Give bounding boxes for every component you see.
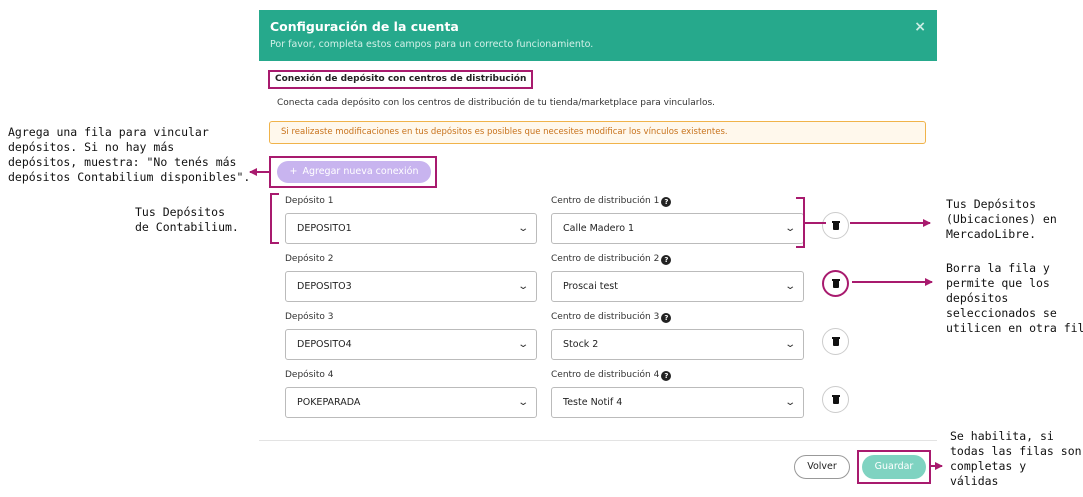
deposit-label-2: Depósito 2 xyxy=(285,254,334,264)
annotation-ml-deposits: Tus Depósitos (Ubicaciones) en MercadoLi… xyxy=(946,197,1057,242)
ml-deposits-bracket xyxy=(796,197,805,248)
center-label-text-3: Centro de distribución 3 xyxy=(551,312,660,322)
close-icon[interactable]: × xyxy=(914,19,926,35)
deposit-select-value-3: DEPOSITO4 xyxy=(297,339,352,350)
chevron-down-icon: ⌄ xyxy=(783,397,796,408)
deposit-label-3: Depósito 3 xyxy=(285,312,334,322)
annotation-line: depósitos Contabilium disponibles". xyxy=(8,170,251,184)
annotation-line: utilicen en otra fila. xyxy=(946,321,1083,335)
trash-icon xyxy=(832,279,840,288)
annotation-line: seleccionados se xyxy=(946,306,1057,320)
annotation-line: MercadoLibre. xyxy=(946,227,1037,241)
center-select-2[interactable]: Proscai test ⌄ xyxy=(551,271,804,302)
deposit-select-value-1: DEPOSITO1 xyxy=(297,223,352,234)
chevron-down-icon: ⌄ xyxy=(783,281,796,292)
annotation-line: depósitos xyxy=(946,291,1009,305)
section-description: Conecta cada depósito con los centros de… xyxy=(277,98,716,108)
deposit-select-1[interactable]: DEPOSITO1 ⌄ xyxy=(285,213,537,244)
chevron-down-icon: ⌄ xyxy=(516,223,529,234)
delete-row-button-2[interactable] xyxy=(822,270,849,297)
center-label-4: Centro de distribución 4? xyxy=(551,370,672,381)
help-icon[interactable]: ? xyxy=(661,313,672,323)
modal-header: Configuración de la cuenta Por favor, co… xyxy=(259,10,937,61)
deposit-select-4[interactable]: POKEPARADA ⌄ xyxy=(285,387,537,418)
deposit-select-3[interactable]: DEPOSITO4 ⌄ xyxy=(285,329,537,360)
annotation-line: Tus Depósitos xyxy=(946,197,1037,211)
center-select-1[interactable]: Calle Madero 1 ⌄ xyxy=(551,213,804,244)
center-select-3[interactable]: Stock 2 ⌄ xyxy=(551,329,804,360)
chevron-down-icon: ⌄ xyxy=(516,281,529,292)
center-label-text-1: Centro de distribución 1 xyxy=(551,196,660,206)
annotation-line: depósitos, muestra: "No tenés más xyxy=(8,155,237,169)
center-label-text-4: Centro de distribución 4 xyxy=(551,370,660,380)
center-select-value-2: Proscai test xyxy=(563,281,618,292)
center-select-value-3: Stock 2 xyxy=(563,339,599,350)
save-button-highlight: Guardar xyxy=(857,450,931,484)
help-icon[interactable]: ? xyxy=(661,371,672,381)
plus-icon: + xyxy=(289,166,298,177)
annotation-line: depósitos. Si no hay más xyxy=(8,140,175,154)
chevron-down-icon: ⌄ xyxy=(783,223,796,234)
delete-row-button-3[interactable] xyxy=(822,328,849,355)
annotation-line: permite que los xyxy=(946,276,1050,290)
center-select-value-1: Calle Madero 1 xyxy=(563,223,635,234)
deposits-bracket xyxy=(270,193,279,244)
deposit-label-1: Depósito 1 xyxy=(285,196,334,206)
chevron-down-icon: ⌄ xyxy=(783,339,796,350)
annotation-delete-row: Borra la fila y permite que los depósito… xyxy=(946,261,1083,336)
center-select-value-4: Teste Notif 4 xyxy=(563,397,623,408)
delete-row-button-4[interactable] xyxy=(822,386,849,413)
annotation-line: Se habilita, si xyxy=(950,429,1054,443)
center-label-text-2: Centro de distribución 2 xyxy=(551,254,660,264)
annotation-line: Agrega una fila para vincular xyxy=(8,125,209,139)
annotation-add-row: Agrega una fila para vincular depósitos.… xyxy=(8,125,250,185)
account-config-modal: Configuración de la cuenta Por favor, co… xyxy=(259,10,937,497)
add-button-highlight: + Agregar nueva conexión xyxy=(269,156,437,188)
annotation-line: todas las filas son xyxy=(950,444,1082,458)
deposit-select-2[interactable]: DEPOSITO3 ⌄ xyxy=(285,271,537,302)
chevron-down-icon: ⌄ xyxy=(516,339,529,350)
help-icon[interactable]: ? xyxy=(661,197,672,207)
annotation-line: Tus Depósitos xyxy=(135,205,226,219)
deposit-select-value-2: DEPOSITO3 xyxy=(297,281,352,292)
trash-icon xyxy=(832,337,840,346)
center-label-2: Centro de distribución 2? xyxy=(551,254,672,265)
trash-icon xyxy=(832,221,840,230)
annotation-line: Borra la fila y xyxy=(946,261,1050,275)
center-label-3: Centro de distribución 3? xyxy=(551,312,672,323)
add-connection-button[interactable]: + Agregar nueva conexión xyxy=(277,161,431,183)
add-connection-label: Agregar nueva conexión xyxy=(302,166,419,177)
back-button[interactable]: Volver xyxy=(794,455,850,479)
deposit-label-4: Depósito 4 xyxy=(285,370,334,380)
deposit-select-value-4: POKEPARADA xyxy=(297,397,361,408)
footer-divider xyxy=(259,440,937,441)
delete-row-button-1[interactable] xyxy=(822,212,849,239)
annotation-my-deposits: Tus Depósitos de Contabilium. xyxy=(135,205,239,235)
save-button[interactable]: Guardar xyxy=(862,455,926,479)
center-label-1: Centro de distribución 1? xyxy=(551,196,672,207)
annotation-line: de Contabilium. xyxy=(135,220,239,234)
modal-subtitle: Por favor, completa estos campos para un… xyxy=(270,39,594,50)
annotation-line: válidas xyxy=(950,474,999,488)
annotation-save-enabled: Se habilita, si todas las filas son comp… xyxy=(950,429,1082,489)
modal-title: Configuración de la cuenta xyxy=(270,19,459,34)
section-title: Conexión de depósito con centros de dist… xyxy=(268,70,534,89)
annotation-line: (Ubicaciones) en xyxy=(946,212,1057,226)
center-select-4[interactable]: Teste Notif 4 ⌄ xyxy=(551,387,804,418)
annotation-line: completas y xyxy=(950,459,1027,473)
trash-icon xyxy=(832,395,840,404)
help-icon[interactable]: ? xyxy=(661,255,672,265)
chevron-down-icon: ⌄ xyxy=(516,397,529,408)
warning-banner: Si realizaste modificaciones en tus depó… xyxy=(269,121,926,144)
